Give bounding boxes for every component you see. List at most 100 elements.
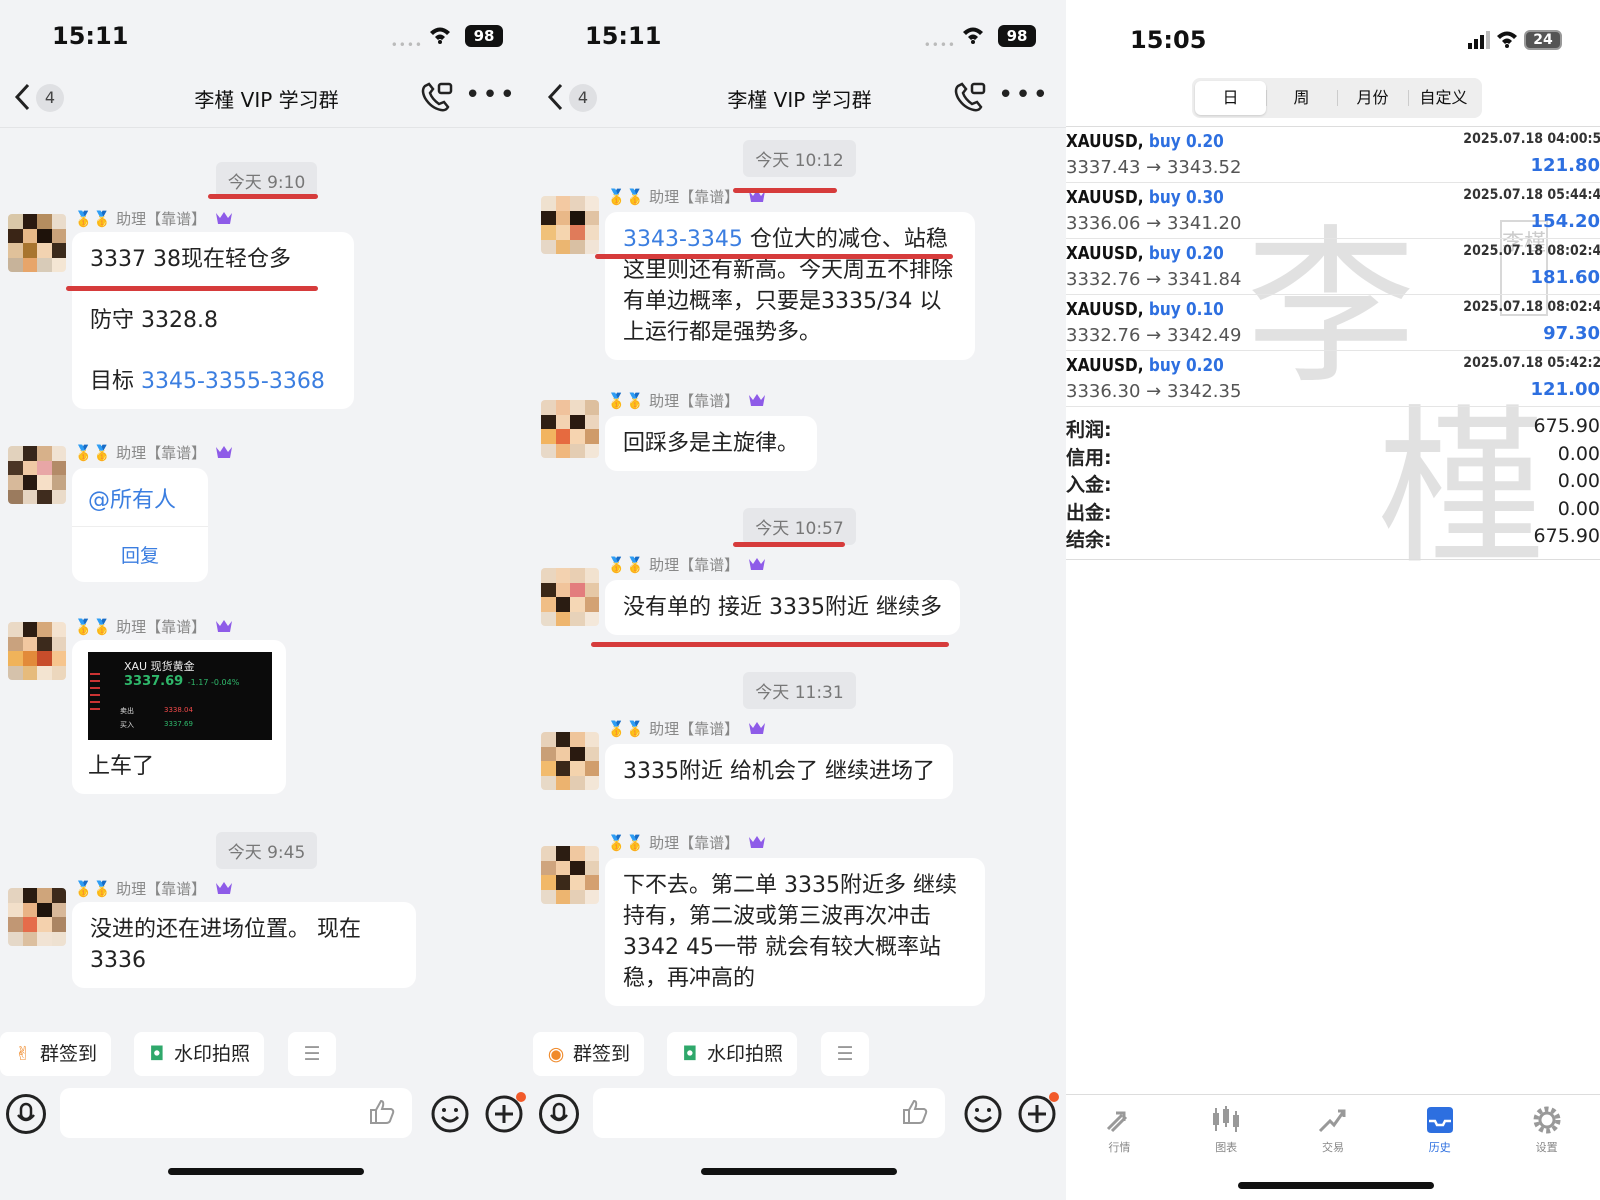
deal-row[interactable]: XAUUSD, buy 0.30 2025.07.18 05:44:40 333… [1066,183,1600,239]
message-bubble[interactable]: 下不去。第二单 3335附近多 继续持有，第二波或第三波再次冲击 3342 45… [605,858,985,1006]
sender-name: 🥇🥇 助理【靠谱】 [74,442,234,463]
trade-history-panel: 15:05 24 日 周 月份 自定义 李 槿 李槿 XAUUSD, buy 0… [1066,0,1600,1200]
cell-signal-icon [1468,31,1490,49]
plus-button[interactable] [484,1092,526,1134]
message-text: 没有单的 接近 3335附近 继续多 [623,595,942,620]
message-bubble[interactable]: 回踩多是主旋律。 [605,416,818,471]
gear-icon [1533,1106,1561,1134]
candlestick-chart-icon [1213,1106,1240,1132]
red-underline [595,254,953,259]
sell-price: 3338.04 [164,706,193,714]
sender-name: 🥇🥇 助理【靠谱】 [74,208,234,229]
emoji-icon[interactable] [963,1094,1003,1134]
period-tab-month[interactable]: 月份 [1337,81,1408,115]
period-tab-day[interactable]: 日 [1195,81,1266,115]
group-checkin-button[interactable]: ✌ 群签到 [0,1032,112,1076]
price-range-link[interactable]: 3343-3345 [623,227,743,252]
message-bubble[interactable]: 3337 38现在轻仓多 防守 3328.8 目标 3345-3355-3368 [72,232,354,409]
menu-lines-icon[interactable]: ☰ [288,1032,336,1076]
message-bubble[interactable]: 没进的还在进场位置。 现在 3336 [72,902,416,988]
emoji-icon[interactable] [430,1094,470,1134]
deal-row[interactable]: XAUUSD, buy 0.20 2025.07.18 05:42:25 333… [1066,351,1600,407]
crown-icon [749,836,766,848]
target-link[interactable]: 3345-3355-3368 [141,369,325,394]
image-message[interactable]: XAU 现货黄金 3337.69 -1.17 -0.04% 卖出 3338.04… [72,640,286,794]
menu-lines-icon[interactable]: ☰ [821,1032,869,1076]
crown-icon [749,722,766,734]
bottom-tab-bar: 行情 图表 交易 历史 设置 [1066,1094,1600,1164]
avatar[interactable] [541,568,599,626]
medal-icon: 🥇🥇 [74,210,112,228]
screenshot-collage: 15:11 •••• 98 4 李槿 VIP 学习群 ••• 今天 9:10 🥇… [0,0,1600,1200]
medal-icon: 🥇🥇 [607,720,645,738]
more-options-icon[interactable]: ••• [998,80,1050,110]
message-text: 没进的还在进场位置。 现在 3336 [90,917,361,973]
watermark-photo-button[interactable]: ◘ 水印拍照 [134,1032,265,1076]
message-bubble[interactable]: 3343-3345 仓位大的减仓、站稳这里则还有新高。今天周五不排除有单边概率，… [605,212,975,360]
tab-chart[interactable]: 图表 [1173,1095,1280,1164]
crown-icon [216,212,233,224]
group-call-icon[interactable] [952,80,988,114]
quote-title: XAU 现货黄金 [124,660,195,673]
crown-icon [216,882,233,894]
crown-icon [216,620,233,632]
cell-signal-icon: •••• [923,38,956,52]
battery-indicator: 98 [465,25,503,47]
message-bubble[interactable]: 3335附近 给机会了 继续进场了 [605,744,953,799]
avatar[interactable] [8,622,66,680]
status-time: 15:05 [1130,26,1207,54]
summary-row-deposit: 入金: 0.00 [1066,470,1600,496]
tab-quotes[interactable]: 行情 [1066,1095,1173,1164]
timestamp: 今天 9:45 [0,832,533,869]
period-tab-week[interactable]: 周 [1266,81,1337,115]
mention-card[interactable]: @所有人 回复 [72,468,208,582]
quick-actions: ✌ 群签到 ◘ 水印拍照 ☰ [0,1032,533,1080]
sender-name: 🥇🥇 助理【靠谱】 [607,554,767,575]
sender-name: 🥇🥇 助理【靠谱】 [607,718,767,739]
message-line: 3337 38现在轻仓多 [90,247,291,272]
red-underline [208,194,318,199]
timestamp: 今天 11:31 [533,672,1066,709]
image-caption: 上车了 [88,754,155,779]
thumbs-up-icon[interactable] [901,1098,929,1126]
avatar[interactable] [541,196,599,254]
home-indicator [1238,1182,1434,1189]
tab-settings[interactable]: 设置 [1493,1095,1600,1164]
deal-row[interactable]: XAUUSD, buy 0.20 2025.07.18 04:00:57 333… [1066,127,1600,183]
message-line: 防守 3328.8 [90,308,218,333]
mention-all-link[interactable]: @所有人 [72,468,208,526]
more-options-icon[interactable]: ••• [465,80,517,110]
thumbs-up-icon[interactable] [368,1098,396,1126]
wifi-icon [963,27,983,44]
timestamp: 今天 10:12 [533,140,1066,177]
sender-name: 🥇🥇 助理【靠谱】 [74,616,234,637]
deal-time: 2025.07.18 08:02:42 [1463,243,1600,259]
tab-trade[interactable]: 交易 [1280,1095,1387,1164]
plus-button[interactable] [1017,1092,1059,1134]
deal-row[interactable]: XAUUSD, buy 0.20 2025.07.18 08:02:42 333… [1066,239,1600,295]
avatar[interactable] [541,400,599,458]
voice-input-icon[interactable] [539,1094,579,1134]
reply-button[interactable]: 回复 [72,526,208,582]
watermark-photo-button[interactable]: ◘ 水印拍照 [667,1032,798,1076]
group-checkin-button[interactable]: ◉ 群签到 [533,1032,645,1076]
avatar[interactable] [8,446,66,504]
chart-sidebar [90,668,104,738]
message-input[interactable] [593,1088,945,1138]
avatar[interactable] [541,846,599,904]
voice-input-icon[interactable] [6,1094,46,1134]
gold-quote-screenshot[interactable]: XAU 现货黄金 3337.69 -1.17 -0.04% 卖出 3338.04… [88,652,272,740]
period-tab-custom[interactable]: 自定义 [1408,81,1479,115]
home-indicator [701,1168,897,1175]
message-bubble[interactable]: 没有单的 接近 3335附近 继续多 [605,580,960,635]
deal-row[interactable]: XAUUSD, buy 0.10 2025.07.18 08:02:42 333… [1066,295,1600,351]
message-input[interactable] [60,1088,412,1138]
avatar[interactable] [8,888,66,946]
avatar[interactable] [541,732,599,790]
medal-icon: 🥇🥇 [607,188,645,206]
avatar[interactable] [8,214,66,272]
tab-history[interactable]: 历史 [1386,1095,1493,1164]
medal-icon: 🥇🥇 [607,392,645,410]
group-call-icon[interactable] [419,80,455,114]
sell-label: 卖出 [120,707,134,715]
